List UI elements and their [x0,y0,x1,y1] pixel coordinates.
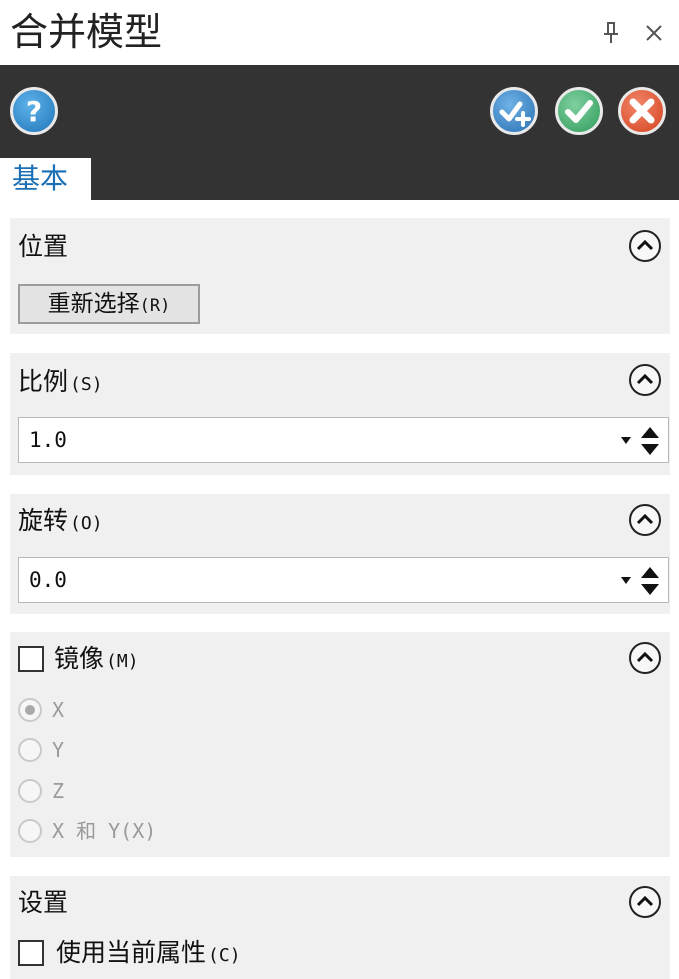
tab-basic-label: 基本 [12,162,69,195]
rotation-value: 0.0 [29,568,67,592]
panel-titlebar: 合并模型 [0,0,679,65]
rotation-title: 旋转 (O) [18,506,103,535]
chevron-up-icon[interactable] [628,885,662,919]
reselect-button[interactable]: 重新选择(R) [18,284,200,324]
apply-icon [499,101,531,127]
mirror-section: 镜像 (M) X Y Z X 和 Y(X) [10,632,670,857]
radio-z[interactable] [18,779,42,803]
ok-button[interactable] [555,87,603,135]
dropdown-arrow-icon[interactable] [620,434,632,446]
radio-xy[interactable] [18,819,42,843]
dropdown-arrow-icon[interactable] [620,574,632,586]
close-icon[interactable] [643,22,665,44]
mirror-checkbox[interactable] [18,646,44,672]
scale-input[interactable]: 1.0 [18,417,669,463]
help-icon: ? [26,95,42,128]
apply-button[interactable] [490,87,538,135]
command-toolbar: ? [0,65,679,200]
help-button[interactable]: ? [10,87,58,135]
scale-value: 1.0 [29,428,67,452]
spinner-icon[interactable] [638,564,662,598]
use-current-label: 使用当前属性 (C) [56,938,241,967]
mirror-title: 镜像 (M) [54,644,139,673]
pin-icon[interactable] [600,20,622,46]
position-title: 位置 [18,232,69,261]
ok-icon [565,100,593,123]
spinner-icon[interactable] [638,424,662,458]
cancel-button[interactable] [618,87,666,135]
radio-y[interactable] [18,738,42,762]
cancel-icon [629,98,655,124]
chevron-up-icon[interactable] [628,363,662,397]
scale-section: 比例 (S) 1.0 [10,353,670,475]
chevron-up-icon[interactable] [628,503,662,537]
settings-section: 设置 使用当前属性 (C) [10,876,670,979]
scale-title: 比例 (S) [18,367,103,396]
position-section: 位置 重新选择(R) [10,218,670,334]
rotation-input[interactable]: 0.0 [18,557,669,603]
settings-title: 设置 [18,888,69,917]
tab-basic[interactable]: 基本 [0,158,91,200]
use-current-checkbox[interactable] [18,940,44,966]
chevron-up-icon[interactable] [628,229,662,263]
chevron-up-icon[interactable] [628,641,662,675]
panel-title: 合并模型 [10,10,163,54]
radio-x[interactable] [18,698,42,722]
rotation-section: 旋转 (O) 0.0 [10,494,670,614]
svg-text:?: ? [26,95,42,128]
